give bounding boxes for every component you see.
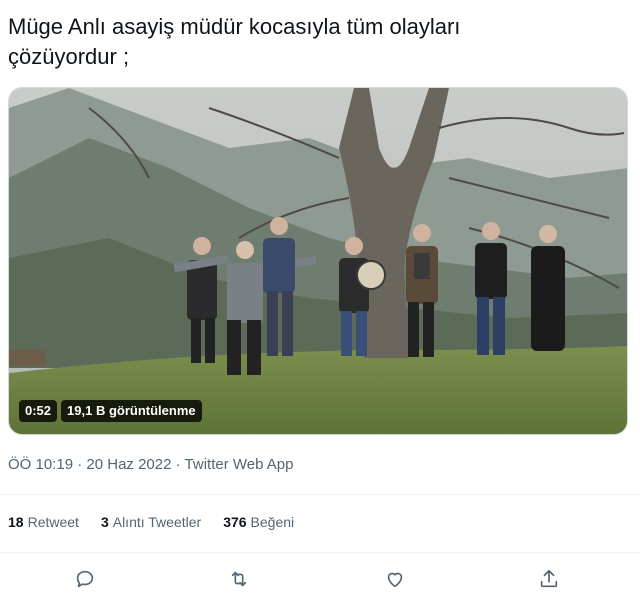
video-views-badge: 19,1 B görüntülenme (61, 400, 202, 422)
tweet-meta: ÖÖ 10:19 · 20 Haz 2022 · Twitter Web App (8, 456, 293, 473)
quotes-label: Alıntı Tweetler (112, 514, 202, 530)
meta-separator: · (73, 456, 87, 473)
video-player[interactable]: 0:52 19,1 B görüntülenme (8, 87, 628, 435)
video-duration-badge: 0:52 (19, 400, 58, 422)
like-icon (387, 572, 403, 588)
likes-label: Beğeni (250, 514, 295, 530)
retweets-count: 18 (8, 514, 24, 530)
tweet-actions (0, 562, 640, 596)
meta-separator: · (171, 456, 185, 473)
tweet-stats: 18 Retweet 3 Alıntı Tweetler 376 Beğeni (8, 514, 294, 530)
retweet-icon (231, 571, 247, 587)
likes-count: 376 (223, 514, 247, 530)
quotes-stat[interactable]: 3 Alıntı Tweetler (101, 514, 201, 530)
divider (0, 494, 640, 495)
divider (0, 552, 640, 553)
likes-stat[interactable]: 376 Beğeni (223, 514, 294, 530)
share-icon (540, 569, 558, 588)
like-button[interactable] (382, 566, 408, 592)
reply-icon (76, 570, 94, 588)
video-thumbnail (9, 88, 627, 434)
tweet-source[interactable]: Twitter Web App (185, 456, 294, 473)
video-badges: 0:52 19,1 B görüntülenme (19, 400, 202, 422)
quotes-count: 3 (100, 514, 109, 530)
retweet-button[interactable] (226, 566, 252, 592)
tweet-text-line2: çözüyordur ; (8, 44, 130, 69)
tweet-text: Müge Anlı asayiş müdür kocasıyla tüm ola… (8, 12, 608, 72)
reply-button[interactable] (72, 566, 98, 592)
tweet-time[interactable]: ÖÖ 10:19 (8, 456, 73, 473)
retweets-stat[interactable]: 18 Retweet (8, 514, 79, 530)
share-button[interactable] (536, 566, 562, 592)
retweets-label: Retweet (27, 514, 79, 530)
tweet-text-line1: Müge Anlı asayiş müdür kocasıyla tüm ola… (8, 14, 461, 39)
tweet-date[interactable]: 20 Haz 2022 (86, 456, 171, 473)
